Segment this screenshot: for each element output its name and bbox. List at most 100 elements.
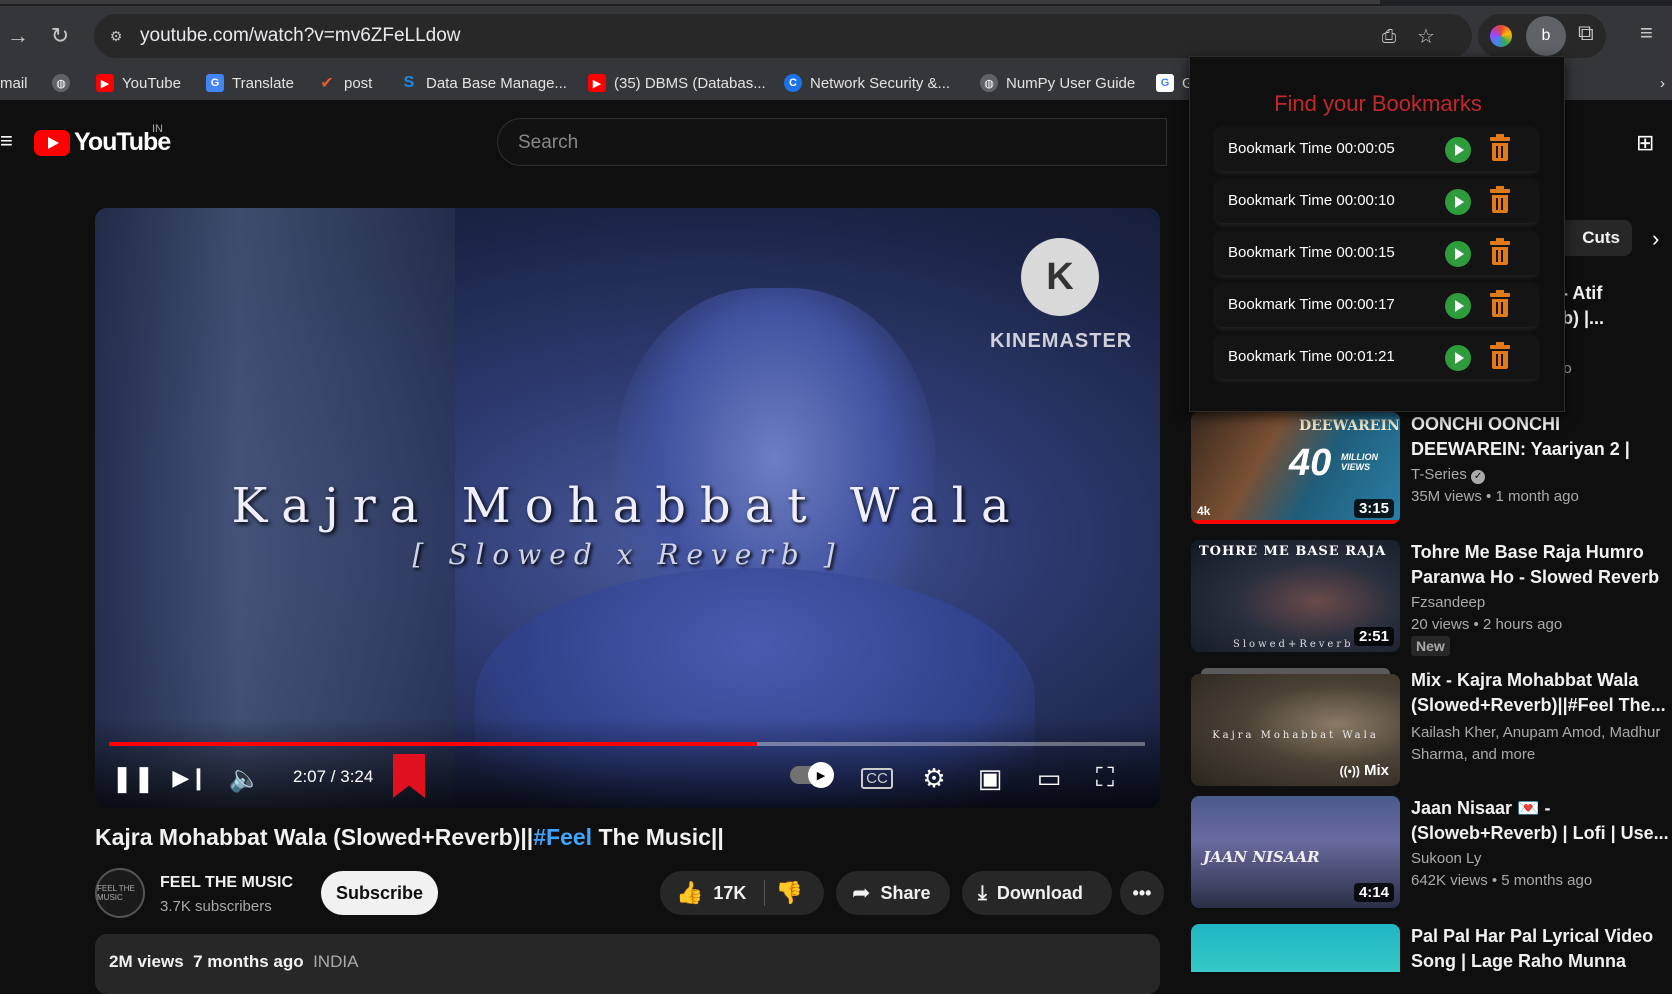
site-info-icon[interactable]: ⚙ [104,24,128,48]
active-tab[interactable] [0,0,1380,4]
thumbnail-caption: JAAN NISAAR [1203,848,1320,866]
recommendation-item[interactable]: TOHRE ME BASE RAJA Slowed+Reverb 2:51 To… [1191,540,1672,656]
bookmark-network-security[interactable]: C Network Security &... [784,72,950,94]
rec-title[interactable]: Jaan Nisaar 💌 - (Sloweb+Reverb) | Lofi |… [1411,796,1671,846]
bookmark-extension-popup: Find your Bookmarks Bookmark Time 00:00:… [1189,56,1565,412]
extensions-puzzle-icon[interactable]: ⧉ [1578,20,1594,46]
verified-icon: ✓ [1471,470,1486,484]
rec-channel[interactable]: Fzsandeep [1411,594,1485,611]
recommendation-item[interactable]: JAAN NISAAR 4:14 Jaan Nisaar 💌 - (Sloweb… [1191,796,1672,908]
reload-icon[interactable]: ↻ [46,22,74,50]
install-app-icon[interactable]: ⎙ [1377,24,1401,48]
settings-gear-icon[interactable]: ⚙ [919,760,949,796]
captions-icon[interactable]: CC [861,760,893,796]
youtube-logo[interactable]: YouTube [34,128,171,157]
delete-bookmark-icon[interactable] [1490,290,1510,317]
duration-badge: 4:14 [1353,883,1394,902]
rec-channel[interactable]: Sukoon Ly [1411,850,1481,867]
subscribe-button[interactable]: Subscribe [321,871,438,915]
thumbs-up-icon[interactable]: 👍 [676,880,703,906]
bookmark-label: Translate [232,74,294,92]
thumbnail-caption: Kajra Mohabbat Wala [1212,730,1379,741]
bookmark-time-label: Bookmark Time 00:00:05 [1228,140,1395,157]
thumbnail-caption: TOHRE ME BASE RAJA [1199,544,1387,559]
bookmark-globe[interactable]: ◍ [52,72,70,94]
play-bookmark-icon[interactable] [1445,241,1471,267]
pause-icon[interactable]: ❚❚ [111,760,155,796]
thumbnail[interactable] [1191,924,1400,972]
video-title-text: Kajra Mohabbat Wala (Slowed+Reverb)|| [95,824,534,850]
address-bar[interactable]: ⚙ youtube.com/watch?v=mv6ZFeLLdow ⎙ ☆ [94,14,1472,58]
bookmark-time-label: Bookmark Time 00:00:10 [1228,192,1395,209]
recommendation-item[interactable]: DEEWAREIN 40 MILLION VIEWS 4k 3:15 OONCH… [1191,412,1672,524]
theater-mode-icon[interactable]: ▭ [1031,760,1067,796]
watched-progress [1191,520,1400,524]
play-bookmark-icon[interactable] [1445,137,1471,163]
rec-channel[interactable]: T-Series ✓ [1411,466,1486,484]
delete-bookmark-icon[interactable] [1490,342,1510,369]
download-label: Download [996,882,1083,903]
progress-bar[interactable] [109,742,1145,746]
media-controls-icon[interactable]: ≡ [1640,20,1653,46]
description-box[interactable]: 2M views 7 months ago INDIA [95,934,1160,994]
chevron-right-icon[interactable]: › [1652,226,1659,252]
search-input[interactable]: Search [497,118,1167,166]
channel-avatar[interactable]: FEEL THE MUSIC [95,868,145,918]
fullscreen-icon[interactable]: ⛶ [1089,760,1121,796]
bookmark-database[interactable]: S Data Base Manage... [400,72,567,94]
url-text[interactable]: youtube.com/watch?v=mv6ZFeLLdow [140,25,461,47]
bookmark-post[interactable]: ✔ post [318,72,372,94]
play-bookmark-icon[interactable] [1445,293,1471,319]
play-bookmark-icon[interactable] [1445,345,1471,371]
bookmark-star-icon[interactable]: ☆ [1414,24,1438,48]
rec-title[interactable]: Tohre Me Base Raja Humro Paranwa Ho - Sl… [1411,540,1671,590]
bookmark-numpy[interactable]: ◍ NumPy User Guide [980,72,1135,94]
youtube-icon: ▶ [96,74,114,92]
share-button[interactable]: ➦ Share [836,871,950,915]
recommendation-item[interactable]: Kajra Mohabbat Wala ((•)) Mix Mix - Kajr… [1191,668,1672,786]
share-icon: ➦ [852,880,871,905]
delete-bookmark-icon[interactable] [1490,238,1510,265]
bookmark-mail[interactable]: mail [0,72,28,94]
bookmark-extension-button[interactable]: b [1526,16,1566,56]
more-actions-icon[interactable]: ••• [1120,871,1164,915]
delete-bookmark-icon[interactable] [1490,186,1510,213]
forward-icon[interactable]: → [4,22,32,50]
rec-channel-name: T-Series [1411,466,1467,483]
thumbs-down-icon[interactable]: 👎 [775,880,802,906]
volume-icon[interactable]: 🔈 [229,760,261,796]
bookmark-translate[interactable]: G Translate [206,72,294,94]
color-extension-icon[interactable] [1490,25,1512,47]
play-bookmark-icon[interactable] [1445,189,1471,215]
menu-icon[interactable]: ≡ [0,128,13,154]
delete-bookmark-icon[interactable] [1490,134,1510,161]
download-button[interactable]: ⤓ Download [962,871,1112,915]
bookmark-label: NumPy User Guide [1006,74,1136,92]
next-icon[interactable]: ▶❙ [172,760,207,796]
thumbnail[interactable]: DEEWAREIN 40 MILLION VIEWS 4k 3:15 [1191,412,1400,524]
create-video-icon[interactable]: ⊞ [1636,130,1654,156]
rec-title[interactable]: Mix - Kajra Mohabbat Wala (Slowed+Reverb… [1411,668,1671,718]
autoplay-toggle[interactable]: ▶ [790,762,834,788]
rec-title[interactable]: Pal Pal Har Pal Lyrical Video Song | Lag… [1411,924,1671,972]
miniplayer-icon[interactable]: ▣ [973,760,1007,796]
channel-name[interactable]: FEEL THE MUSIC [160,874,293,892]
hashtag-link[interactable]: #Feel [533,824,592,850]
bookmark-dbms[interactable]: ▶ (35) DBMS (Databas... [588,72,766,94]
video-player[interactable]: K KINEMASTER Kajra Mohabbat Wala [ Slowe… [95,208,1160,808]
bookmark-row: Bookmark Time 00:00:05 [1216,127,1537,171]
bookmark-row: Bookmark Time 00:00:15 [1216,231,1537,275]
like-count[interactable]: 17K [713,883,746,904]
bookmark-time-label: Bookmark Time 00:01:21 [1228,348,1395,365]
bookmark-label: Network Security &... [810,74,951,92]
rec-channel[interactable]: Kailash Kher, Anupam Amod, Madhur Sharma… [1411,722,1671,766]
thumbnail[interactable]: JAAN NISAAR 4:14 [1191,796,1400,908]
bookmark-youtube[interactable]: ▶ YouTube [96,72,181,94]
translate-icon: G [206,74,224,92]
recommendation-item[interactable]: Pal Pal Har Pal Lyrical Video Song | Lag… [1191,924,1672,972]
rec-title[interactable]: OONCHI OONCHI DEEWAREIN: Yaariyan 2 | Me… [1411,412,1671,462]
thumbnail[interactable]: Kajra Mohabbat Wala ((•)) Mix [1191,674,1400,786]
bookmarks-overflow-icon[interactable]: › [1660,72,1665,94]
video-overlay-subtitle: [ Slowed x Reverb ] [412,538,843,571]
thumbnail[interactable]: TOHRE ME BASE RAJA Slowed+Reverb 2:51 [1191,540,1400,652]
